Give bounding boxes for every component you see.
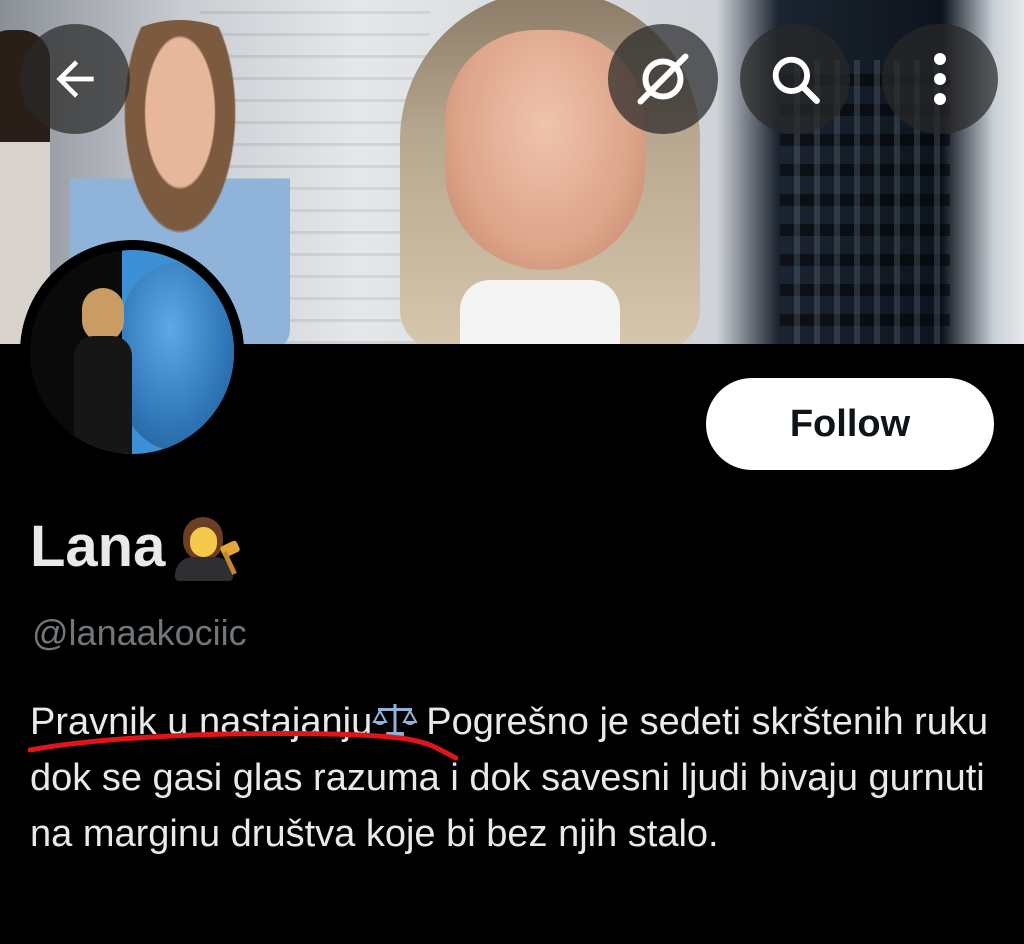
woman-judge-emoji-icon — [169, 513, 242, 581]
display-name-text: Lana — [30, 513, 166, 579]
balance-scale-icon — [372, 704, 418, 736]
display-name: Lana — [30, 510, 242, 582]
grok-button[interactable] — [608, 24, 718, 134]
more-options-button[interactable] — [882, 24, 998, 134]
grok-icon — [637, 53, 689, 105]
profile-avatar[interactable] — [20, 240, 244, 464]
profile-bio: Pravnik u nastajanju Pogrešno je sedeti … — [30, 694, 990, 862]
profile-handle: @lanaakociic — [32, 612, 247, 653]
follow-button[interactable]: Follow — [706, 378, 994, 470]
arrow-left-icon — [56, 60, 94, 98]
bio-part-1: Pravnik u nastajanju — [30, 701, 373, 743]
search-icon — [772, 56, 820, 104]
more-vertical-icon — [934, 53, 946, 105]
search-button[interactable] — [740, 24, 850, 134]
back-button[interactable] — [20, 24, 130, 134]
